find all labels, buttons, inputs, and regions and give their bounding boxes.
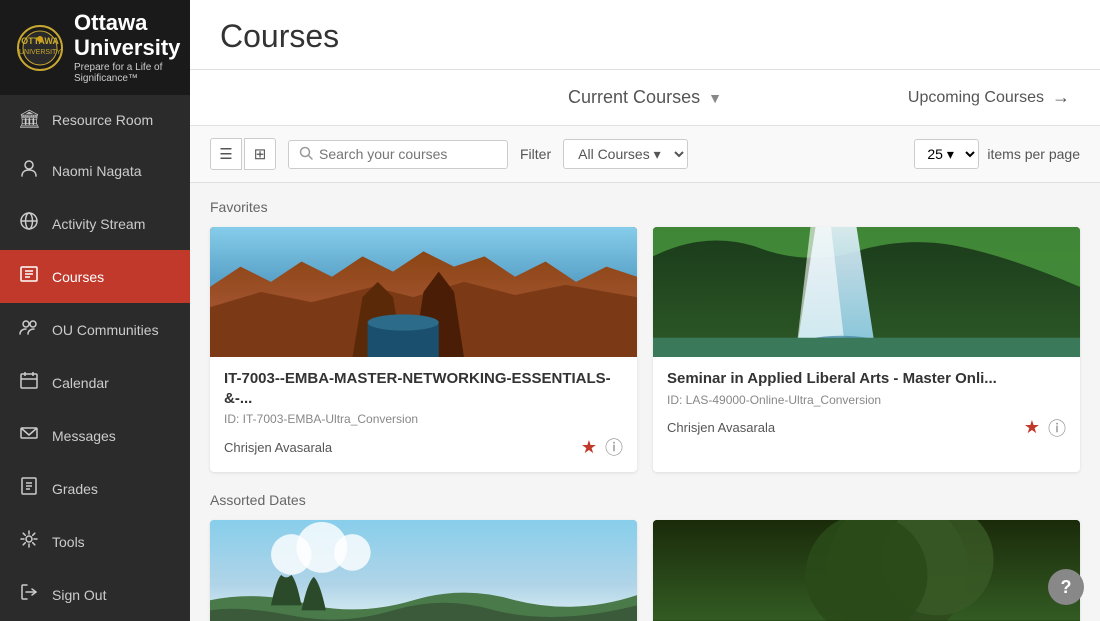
favorites-grid: IT-7003--EMBA-MASTER-NETWORKING-ESSENTIA… bbox=[210, 227, 1080, 472]
course-card-4[interactable] bbox=[653, 520, 1080, 621]
course-image-3 bbox=[210, 520, 637, 621]
view-toggle: ☰ ⊞ bbox=[210, 138, 276, 170]
sidebar-item-naomi-nagata[interactable]: Naomi Nagata bbox=[0, 144, 190, 197]
user-icon bbox=[18, 158, 40, 183]
messages-icon bbox=[18, 423, 40, 448]
assorted-section-label: Assorted Dates bbox=[210, 492, 1080, 508]
sidebar-label-communities: OU Communities bbox=[52, 322, 159, 338]
course-card-3[interactable] bbox=[210, 520, 637, 621]
logo-tagline: Prepare for a Life of Significance™ bbox=[74, 62, 180, 84]
course-image-4 bbox=[653, 520, 1080, 621]
resource-room-icon: 🏛 bbox=[18, 109, 40, 130]
course-content: Favorites bbox=[190, 183, 1100, 621]
sidebar-item-tools[interactable]: Tools bbox=[0, 515, 190, 568]
course-title-1: IT-7003--EMBA-MASTER-NETWORKING-ESSENTIA… bbox=[224, 369, 623, 408]
sidebar-label-tools: Tools bbox=[52, 534, 85, 550]
communities-icon bbox=[18, 317, 40, 342]
upcoming-arrow-icon: → bbox=[1052, 87, 1070, 108]
favorite-star-1[interactable]: ★ bbox=[581, 437, 597, 458]
logo-text: Ottawa University Prepare for a Life of … bbox=[74, 11, 180, 83]
course-tabs: Current Courses ▼ Upcoming Courses → bbox=[190, 70, 1100, 126]
course-card-2[interactable]: Seminar in Applied Liberal Arts - Master… bbox=[653, 227, 1080, 472]
main-content: Courses Current Courses ▼ Upcoming Cours… bbox=[190, 0, 1100, 621]
items-per-page: 25 ▾ 50 100 items per page bbox=[914, 139, 1080, 169]
filter-label: Filter bbox=[520, 146, 551, 162]
course-image-1 bbox=[210, 227, 637, 357]
courses-icon bbox=[18, 264, 40, 289]
sidebar-label-sign-out: Sign Out bbox=[52, 587, 106, 603]
course-footer-2: Chrisjen Avasarala ★ ⓘ bbox=[667, 415, 1066, 441]
upcoming-courses-tab[interactable]: Upcoming Courses → bbox=[908, 87, 1070, 108]
course-footer-1: Chrisjen Avasarala ★ ⓘ bbox=[224, 434, 623, 460]
current-courses-tab[interactable]: Current Courses ▼ bbox=[503, 87, 786, 108]
course-actions-1: ★ ⓘ bbox=[581, 434, 623, 460]
sidebar-label-resource-room: Resource Room bbox=[52, 112, 153, 128]
search-container bbox=[288, 140, 508, 169]
svg-text:UNIVERSITY: UNIVERSITY bbox=[19, 49, 61, 56]
dropdown-arrow-icon: ▼ bbox=[708, 90, 722, 106]
course-id-1: ID: IT-7003-EMBA-Ultra_Conversion bbox=[224, 412, 623, 426]
sidebar-item-ou-communities[interactable]: OU Communities bbox=[0, 303, 190, 356]
info-button-2[interactable]: ⓘ bbox=[1048, 415, 1066, 441]
sidebar: OTTAWA UNIVERSITY Ottawa University Prep… bbox=[0, 0, 190, 621]
logo-badge: OTTAWA UNIVERSITY bbox=[16, 24, 64, 72]
grid-view-button[interactable]: ⊞ bbox=[244, 138, 276, 170]
course-card-1[interactable]: IT-7003--EMBA-MASTER-NETWORKING-ESSENTIA… bbox=[210, 227, 637, 472]
sidebar-label-naomi: Naomi Nagata bbox=[52, 163, 142, 179]
course-info-1: IT-7003--EMBA-MASTER-NETWORKING-ESSENTIA… bbox=[210, 357, 637, 472]
course-instructor-1: Chrisjen Avasarala bbox=[224, 440, 332, 455]
page-title: Courses bbox=[220, 18, 1070, 55]
course-info-2: Seminar in Applied Liberal Arts - Master… bbox=[653, 357, 1080, 453]
sidebar-label-activity: Activity Stream bbox=[52, 216, 145, 232]
toolbar: ☰ ⊞ Filter All Courses ▾ My Courses Favo… bbox=[190, 126, 1100, 183]
sidebar-item-messages[interactable]: Messages bbox=[0, 409, 190, 462]
globe-icon bbox=[18, 211, 40, 236]
calendar-icon bbox=[18, 370, 40, 395]
current-courses-label: Current Courses bbox=[568, 87, 700, 108]
course-image-2 bbox=[653, 227, 1080, 357]
sidebar-item-courses[interactable]: Courses bbox=[0, 250, 190, 303]
grades-icon bbox=[18, 476, 40, 501]
sidebar-label-courses: Courses bbox=[52, 269, 104, 285]
sidebar-item-activity-stream[interactable]: Activity Stream bbox=[0, 197, 190, 250]
course-actions-2: ★ ⓘ bbox=[1024, 415, 1066, 441]
sidebar-label-messages: Messages bbox=[52, 428, 116, 444]
filter-dropdown[interactable]: All Courses ▾ My Courses Favorites bbox=[563, 139, 688, 169]
items-per-page-label: items per page bbox=[987, 146, 1080, 162]
assorted-grid bbox=[210, 520, 1080, 621]
logo-university: University bbox=[74, 36, 180, 60]
upcoming-courses-label: Upcoming Courses bbox=[908, 89, 1044, 107]
sign-out-icon bbox=[18, 582, 40, 607]
sidebar-label-grades: Grades bbox=[52, 481, 98, 497]
tools-icon bbox=[18, 529, 40, 554]
sidebar-logo: OTTAWA UNIVERSITY Ottawa University Prep… bbox=[0, 0, 190, 95]
sidebar-item-resource-room[interactable]: 🏛 Resource Room bbox=[0, 95, 190, 144]
favorite-star-2[interactable]: ★ bbox=[1024, 417, 1040, 438]
sidebar-label-calendar: Calendar bbox=[52, 375, 109, 391]
per-page-dropdown[interactable]: 25 ▾ 50 100 bbox=[914, 139, 979, 169]
search-icon bbox=[299, 146, 313, 163]
logo-title: Ottawa bbox=[74, 11, 180, 35]
sidebar-item-calendar[interactable]: Calendar bbox=[0, 356, 190, 409]
course-title-2: Seminar in Applied Liberal Arts - Master… bbox=[667, 369, 1066, 389]
course-id-2: ID: LAS-49000-Online-Ultra_Conversion bbox=[667, 393, 1066, 407]
info-button-1[interactable]: ⓘ bbox=[605, 434, 623, 460]
sidebar-item-grades[interactable]: Grades bbox=[0, 462, 190, 515]
favorites-section-label: Favorites bbox=[210, 199, 1080, 215]
page-header: Courses bbox=[190, 0, 1100, 70]
course-instructor-2: Chrisjen Avasarala bbox=[667, 420, 775, 435]
sidebar-item-sign-out[interactable]: Sign Out bbox=[0, 568, 190, 621]
list-view-button[interactable]: ☰ bbox=[210, 138, 242, 170]
help-button[interactable]: ? bbox=[1048, 569, 1084, 605]
search-input[interactable] bbox=[319, 146, 497, 162]
